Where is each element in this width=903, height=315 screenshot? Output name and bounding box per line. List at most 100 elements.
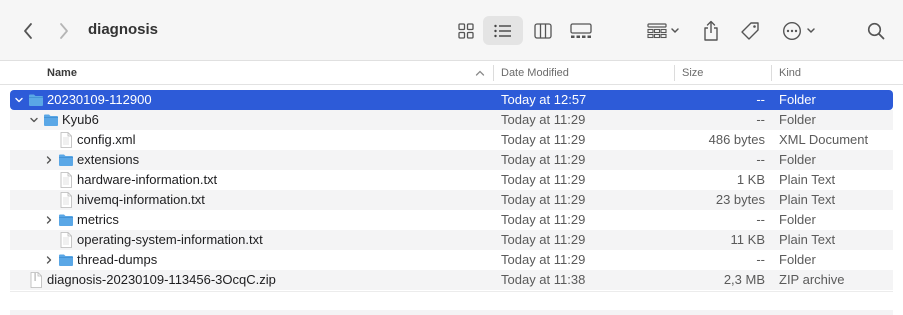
disclosure-open-icon[interactable] — [14, 95, 24, 105]
list-end-divider — [10, 291, 893, 292]
file-row[interactable]: extensions Today at 11:29 -- Folder — [10, 150, 893, 170]
document-icon — [60, 232, 72, 248]
file-name: hardware-information.txt — [77, 172, 218, 187]
file-size: -- — [756, 92, 765, 107]
file-name: hivemq-information.txt — [77, 192, 205, 207]
file-list: 20230109-112900 Today at 12:57 -- Folder Kyu… — [10, 90, 893, 290]
gallery-view-button[interactable] — [566, 17, 596, 45]
file-name: Kyub6 — [62, 112, 99, 127]
file-kind: Plain Text — [779, 232, 836, 247]
tag-icon — [741, 22, 759, 40]
disclosure-closed-icon[interactable] — [44, 155, 54, 165]
group-button[interactable] — [642, 17, 684, 45]
list-view-button[interactable] — [483, 16, 523, 45]
column-header-name[interactable]: Name — [47, 61, 77, 85]
file-kind: Folder — [779, 152, 816, 167]
file-name: diagnosis-20230109-113456-3OcqC.zip — [47, 272, 276, 287]
file-row[interactable]: hardware-information.txt Today at 11:29 1 … — [10, 170, 893, 190]
file-size: 2,3 MB — [723, 272, 765, 287]
file-size: 11 KB — [730, 232, 765, 247]
folder-icon — [44, 114, 58, 126]
column-header-date-modified[interactable]: Date Modified — [501, 61, 569, 85]
chevron-right-icon — [60, 23, 68, 39]
file-name: extensions — [77, 152, 140, 167]
file-kind: ZIP archive — [779, 272, 845, 287]
search-button[interactable] — [863, 17, 889, 45]
file-row[interactable]: config.xml Today at 11:29 486 bytes XML Doc… — [10, 130, 893, 150]
disclosure-closed-icon[interactable] — [44, 255, 54, 265]
disclosure-closed-icon[interactable] — [44, 215, 54, 225]
file-row[interactable]: metrics Today at 11:29 -- Folder — [10, 210, 893, 230]
file-row[interactable]: thread-dumps Today at 11:29 -- Folder — [10, 250, 893, 270]
disclosure-open-icon[interactable] — [29, 115, 39, 125]
file-row[interactable]: Kyub6 Today at 11:29 -- Folder — [10, 110, 893, 130]
more-actions-button[interactable] — [777, 17, 821, 45]
file-date-modified: Today at 12:57 — [501, 92, 587, 107]
column-view-icon — [534, 23, 552, 39]
folder-icon — [59, 254, 73, 266]
chevron-left-icon — [24, 23, 32, 39]
share-icon — [704, 20, 718, 41]
file-row[interactable]: hivemq-information.txt Today at 11:29 23 b… — [10, 190, 893, 210]
file-kind: Folder — [779, 212, 816, 227]
chevron-down-icon — [670, 28, 679, 34]
sort-ascending-icon[interactable] — [474, 67, 486, 79]
file-date-modified: Today at 11:29 — [501, 212, 586, 227]
column-header-bar: Name Date Modified Size Kind — [0, 61, 903, 85]
gallery-view-icon — [570, 23, 592, 38]
file-date-modified: Today at 11:29 — [501, 252, 586, 267]
file-name: config.xml — [77, 132, 136, 147]
file-name: metrics — [77, 212, 119, 227]
file-date-modified: Today at 11:38 — [501, 272, 586, 287]
window-title: diagnosis — [88, 21, 159, 38]
folder-icon — [59, 154, 73, 166]
file-size: -- — [756, 252, 765, 267]
file-date-modified: Today at 11:29 — [501, 112, 586, 127]
document-icon — [60, 172, 72, 188]
column-divider[interactable] — [674, 65, 675, 81]
file-name: 20230109-112900 — [47, 92, 152, 107]
file-size: -- — [756, 212, 765, 227]
chevron-down-icon — [807, 28, 815, 34]
file-row[interactable]: 20230109-112900 Today at 12:57 -- Folder — [10, 90, 893, 110]
document-icon — [60, 192, 72, 208]
column-header-kind[interactable]: Kind — [779, 61, 801, 85]
file-size: -- — [756, 112, 765, 127]
file-kind: XML Document — [779, 132, 869, 147]
file-row[interactable]: operating-system-information.txt Today at… — [10, 230, 893, 250]
folder-icon — [29, 94, 43, 106]
file-size: 1 KB — [736, 172, 765, 187]
file-date-modified: Today at 11:29 — [501, 232, 586, 247]
file-kind: Folder — [779, 252, 816, 267]
file-kind: Plain Text — [779, 172, 836, 187]
file-name: operating-system-information.txt — [77, 232, 263, 247]
column-divider[interactable] — [493, 65, 494, 81]
file-date-modified: Today at 11:29 — [501, 132, 586, 147]
ellipsis-circle-icon — [782, 21, 802, 41]
icon-view-button[interactable] — [454, 17, 478, 45]
file-row[interactable]: diagnosis-20230109-113456-3OcqC.zip Today… — [10, 270, 893, 290]
file-date-modified: Today at 11:29 — [501, 152, 586, 167]
tags-button[interactable] — [737, 17, 763, 45]
group-by-icon — [646, 23, 667, 39]
forward-button[interactable] — [50, 18, 78, 44]
file-date-modified: Today at 11:29 — [501, 172, 586, 187]
file-kind: Plain Text — [779, 192, 836, 207]
column-divider[interactable] — [771, 65, 772, 81]
column-view-button[interactable] — [531, 17, 555, 45]
file-size: -- — [756, 152, 765, 167]
horizontal-scroll-area[interactable] — [10, 310, 893, 315]
file-date-modified: Today at 11:29 — [501, 192, 586, 207]
list-view-icon — [494, 24, 511, 37]
column-header-size[interactable]: Size — [682, 61, 703, 85]
file-size: 23 bytes — [715, 192, 765, 207]
toolbar: diagnosis — [0, 0, 903, 61]
file-kind: Folder — [779, 112, 816, 127]
grid-view-icon — [458, 23, 474, 39]
file-name: thread-dumps — [77, 252, 158, 267]
file-size: 486 bytes — [708, 132, 765, 147]
back-button[interactable] — [14, 18, 42, 44]
file-kind: Folder — [779, 92, 816, 107]
share-button[interactable] — [699, 16, 723, 46]
search-icon — [867, 22, 885, 40]
